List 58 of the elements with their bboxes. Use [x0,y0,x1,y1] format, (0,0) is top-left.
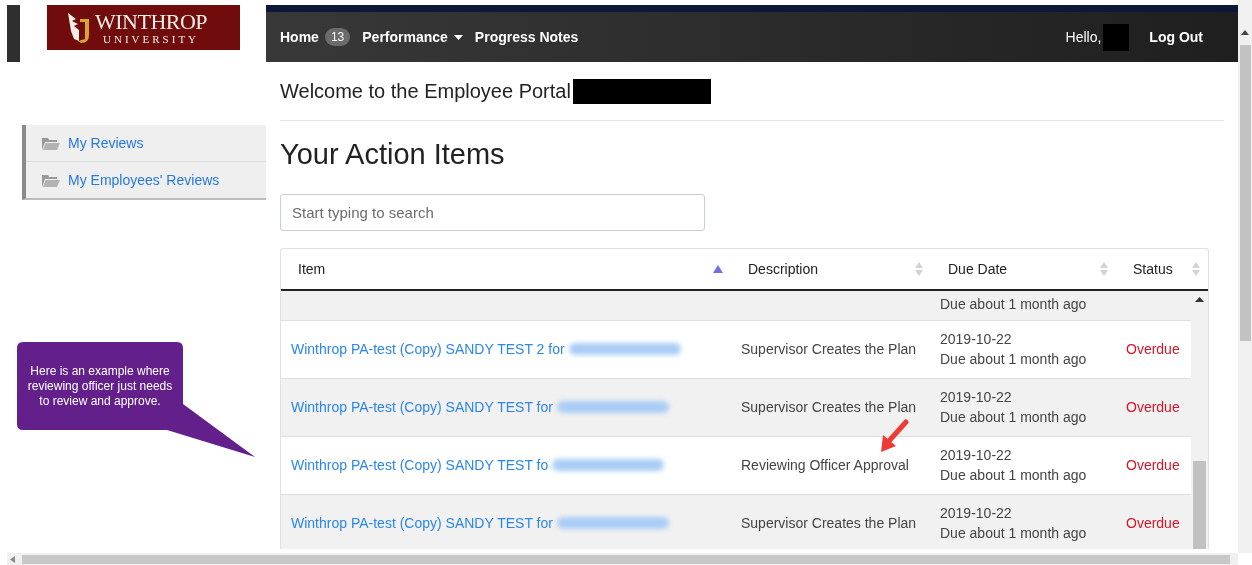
nav-link[interactable]: Home 13 [274,28,357,46]
table-row[interactable]: Winthrop PA-test (Copy) SANDY TEST fo Reviewing Officer Approval 2019-10-22 Due about 1 month ago Overdue [281,436,1191,495]
sidebar-item[interactable]: My Reviews [26,125,266,162]
item-link[interactable]: Winthrop PA-test (Copy) SANDY TEST 2 for [291,341,565,358]
due-date: 2019-10-22 [940,388,1013,408]
table-cell: Reviewing Officer Approval [741,457,909,474]
count-badge: 13 [324,28,351,46]
scrollbar[interactable] [1238,0,1252,553]
nav-link[interactable]: Performance [356,29,469,45]
page-heading: Your Action Items [280,139,506,171]
scrollbar[interactable] [1191,290,1208,549]
table-row[interactable]: Winthrop PA-test (Copy) SANDY TEST for Supervisor Creates the Plan 2019-10-22 Due about 1 month ago Overdue [281,494,1191,549]
university-logo[interactable]: WINTHROP UNIVERSITY [47,5,240,50]
scrollbar-thumb[interactable] [1193,460,1206,549]
due-relative: Due about 1 month ago [940,350,1088,370]
status-text: Overdue [1126,457,1180,474]
due-relative: Due about 1 month ago [940,524,1088,544]
table-cell: Supervisor Creates the Plan [741,399,917,416]
due-date: 2019-10-22 [940,504,1013,524]
table-row[interactable]: Winthrop PA-test (Copy) SANDY TEST 2 for Supervisor Creates the Plan 2019-10-22 Due about 1 month ago Overdue [281,320,1191,379]
due-relative: Due about 1 month ago [940,408,1088,428]
scrollbar-thumb[interactable] [1240,45,1251,341]
welcome-text: Welcome to the Employee Portal [280,79,571,103]
column-header[interactable]: Item [281,248,731,289]
table-cell: Supervisor Creates the Plan [741,341,917,358]
sidebar-item[interactable]: My Employees' Reviews [26,162,266,198]
status-text: Overdue [1126,515,1180,532]
item-link[interactable]: Winthrop PA-test (Copy) SANDY TEST fo [291,457,549,474]
navbar-edge [7,5,20,62]
scroll-up-icon[interactable] [1195,296,1204,302]
column-header[interactable]: Status [1116,248,1208,289]
callout-text: Here is an example where reviewing officer just needs to review and approve. [26,364,174,409]
nav-link[interactable]: Progress Notes [468,29,585,45]
due-relative: Due about 1 month ago [940,466,1088,486]
table-row[interactable]: Winthrop PA-test (Copy) SANDY TEST for Supervisor Creates the Plan 2019-10-22 Due about 1 month ago Overdue [281,378,1191,437]
due-relative: Due about 1 month ago [940,294,1088,314]
table-row[interactable]: Due about 1 month ago [281,290,1191,321]
due-date: 2019-10-22 [940,446,1013,466]
scrollbar-thumb[interactable] [22,555,1230,564]
status-text: Overdue [1126,399,1180,416]
column-header[interactable]: Description [731,248,931,289]
folder-icon [42,136,60,150]
caret-icon [453,34,463,40]
scrollbar[interactable] [7,553,1238,565]
status-text: Overdue [1126,341,1180,358]
logout-link[interactable]: Log Out [1143,29,1209,45]
griffin-icon [65,10,91,45]
table-cell: Supervisor Creates the Plan [741,515,917,532]
redaction-bar [1103,23,1130,51]
search-field[interactable]: Start typing to search [280,193,705,231]
due-date: 2019-10-22 [940,330,1013,350]
scroll-up-icon[interactable] [1241,30,1249,35]
folder-icon [42,173,60,187]
logo-name: WINTHROP [95,10,208,33]
scroll-left-icon[interactable] [10,556,15,563]
greeting-text: Hello, [1065,29,1102,45]
column-header[interactable]: Due Date [931,248,1116,289]
logo-subtitle: UNIVERSITY [103,33,200,45]
